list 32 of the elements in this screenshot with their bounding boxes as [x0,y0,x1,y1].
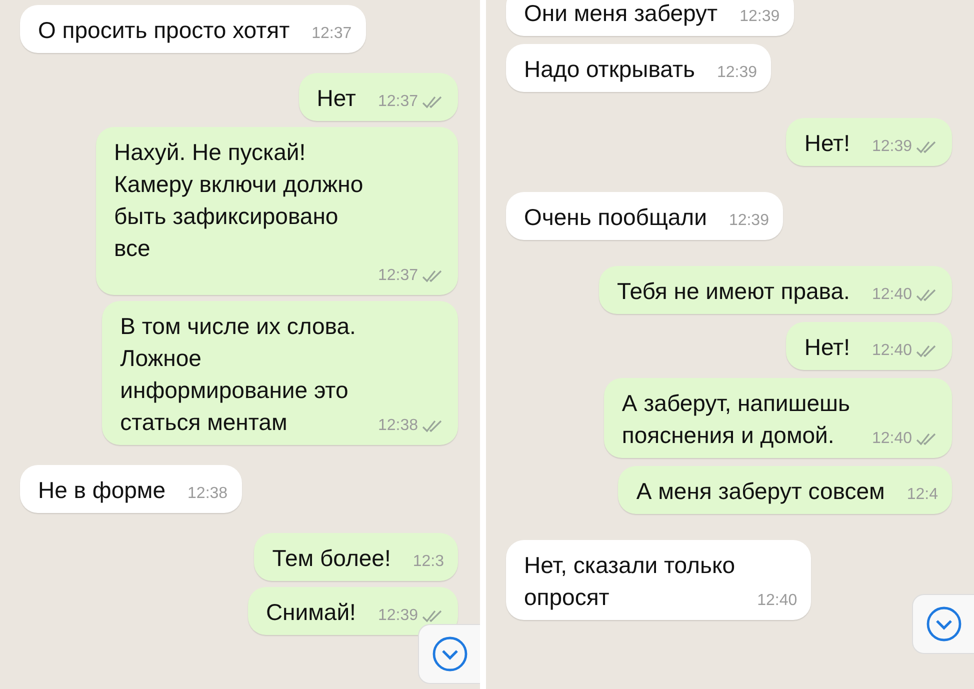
message-text: Не в форме [38,476,166,505]
message-text: Нет [316,84,356,113]
message-text: Нет! [804,129,850,158]
message-time: 12:38 [378,416,418,436]
message-text: А меня заберут совсем [636,477,885,506]
message-time: 12:37 [378,92,418,112]
message-text: Тебя не имеют права. [616,277,850,306]
message-time: 12:38 [188,484,228,504]
message-time: 12:39 [872,137,912,157]
message-time: 12:40 [757,591,798,611]
message-text: О просить просто хотят [38,16,290,45]
message-text: Они меня заберут [524,0,718,28]
message-time: 12:39 [740,7,780,27]
message-text: В том числе их слова. Ложное информирование это статься ментам [120,312,356,437]
message-time: 12:37 [378,266,418,286]
message-text: Очень пообщали [524,203,707,232]
message-text: А заберут, напишешь пояснения и домой. [622,389,850,450]
message-time: 12:39 [716,63,758,83]
message-text: Тем более! [272,544,391,573]
message-time: 12:3 [412,552,444,572]
message-time: 12:39 [378,606,418,626]
message-text: Нахуй. Не пускай! Камеру включи должно быть зафиксировано все [114,138,364,263]
message-text: Нет, сказали только опросят [524,551,736,612]
message-time: 12:4 [906,485,938,505]
message-text: Нет! [804,333,850,362]
message-time: 12:37 [312,24,352,44]
message-time: 12:40 [872,341,912,361]
message-time: 12:40 [872,285,912,305]
message-text: Снимай! [266,598,356,627]
message-time: 12:40 [872,429,912,449]
message-text: Надо открывать [524,55,695,84]
message-time: 12:39 [728,211,769,231]
